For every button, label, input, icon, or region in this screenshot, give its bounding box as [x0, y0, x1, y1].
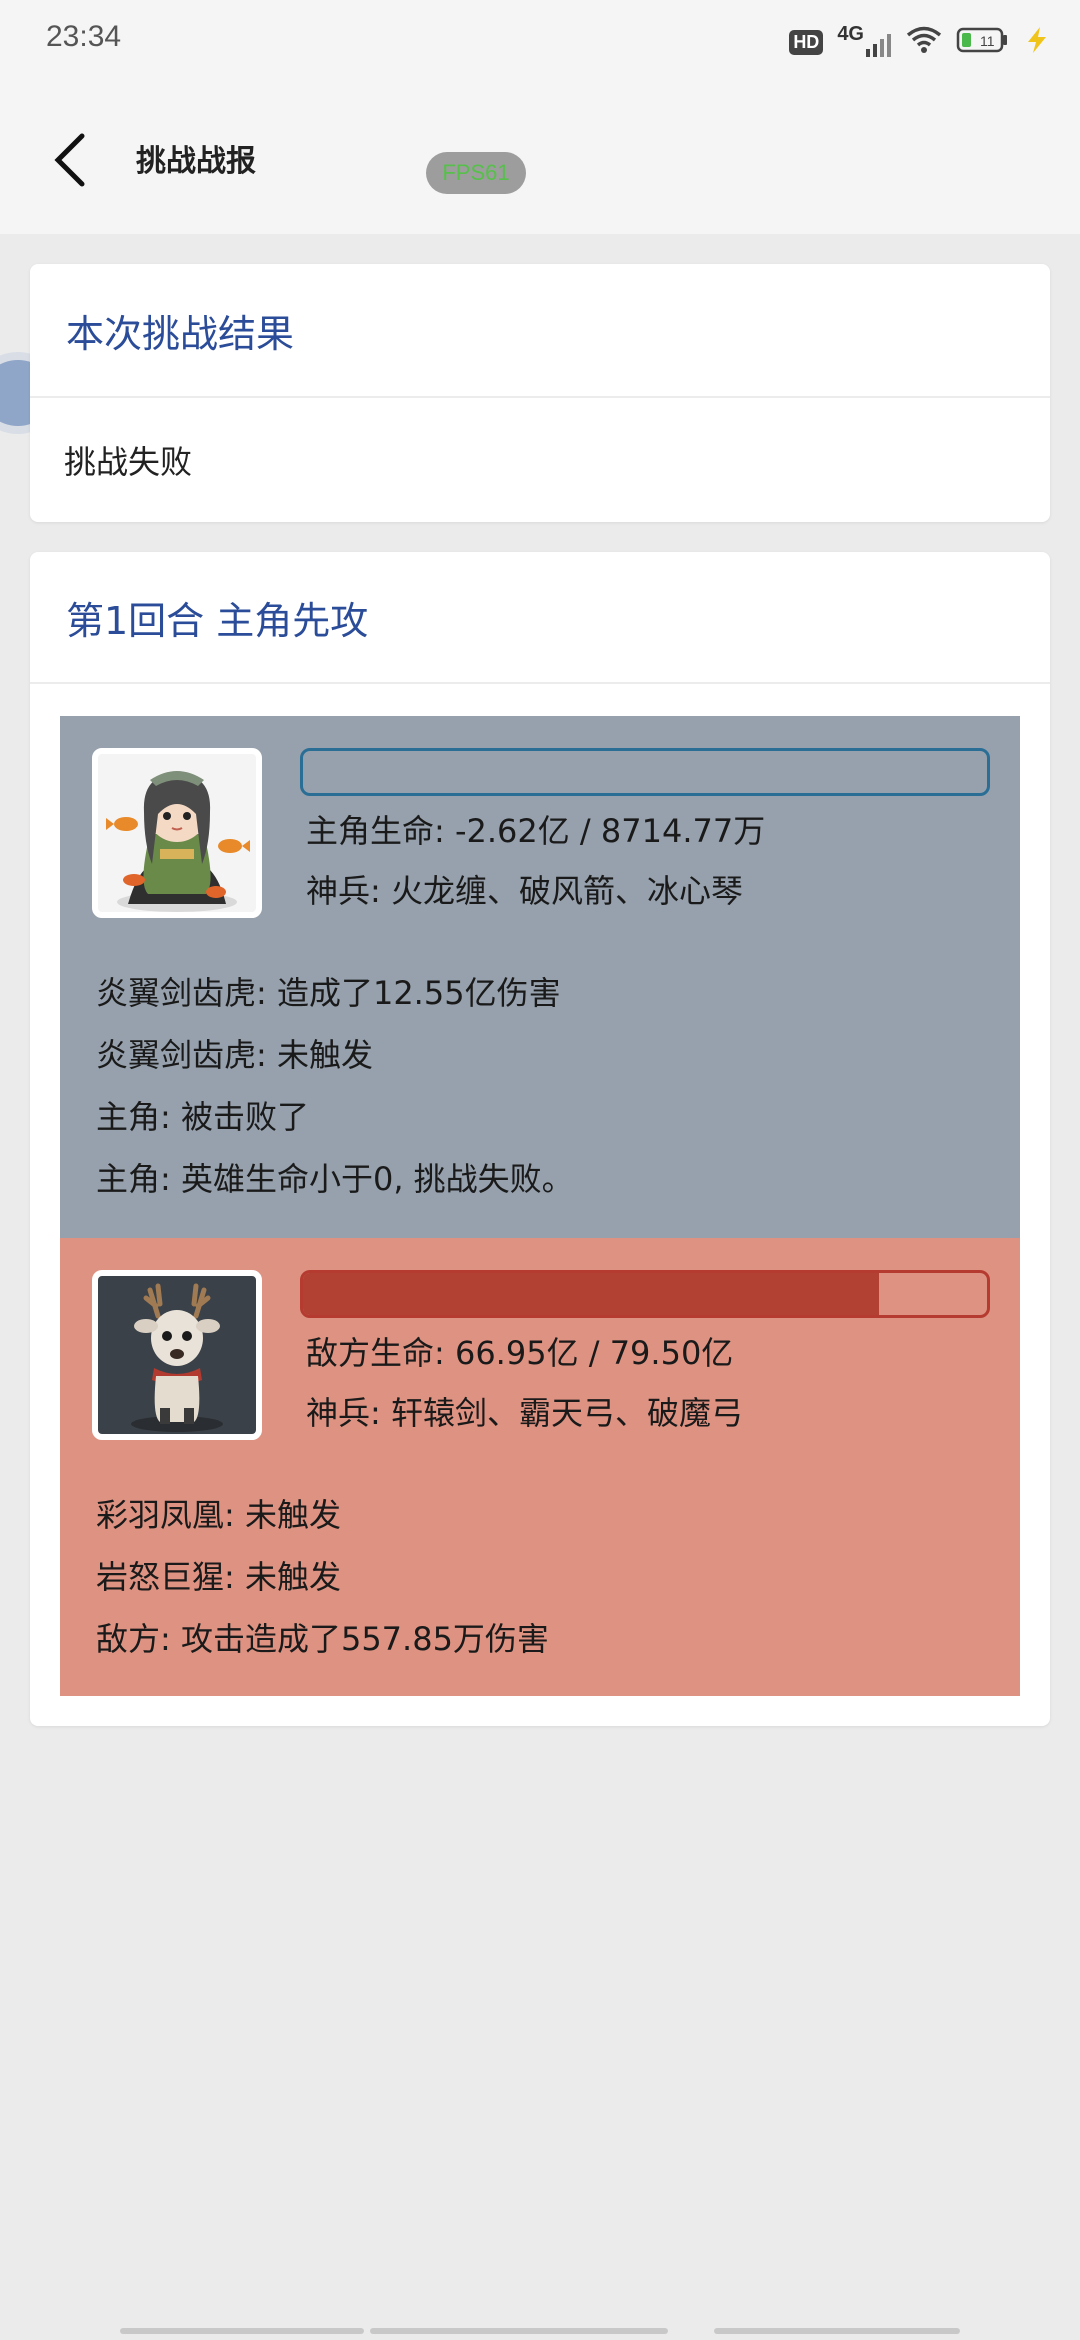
- battle-log-line: 主角: 英雄生命小于0, 挑战失败。: [96, 1160, 574, 1198]
- hero-panel: 主角生命: -2.62亿 / 8714.77万 神兵: 火龙缠、破风箭、冰心琴 …: [60, 716, 1020, 1238]
- status-bar: 23:34 HD 4G 11: [0, 0, 1080, 80]
- enemy-weapons: 神兵: 轩辕剑、霸天弓、破魔弓: [306, 1394, 743, 1432]
- nav-indicator: [370, 2328, 668, 2334]
- battle-log-line: 彩羽凤凰: 未触发: [96, 1496, 341, 1534]
- back-button[interactable]: [40, 125, 100, 195]
- enemy-avatar: [92, 1270, 262, 1440]
- enemy-hp-bar: [300, 1270, 990, 1318]
- hero-avatar: [92, 748, 262, 918]
- battle-log-line: 岩怒巨猩: 未触发: [96, 1558, 341, 1596]
- result-card: 本次挑战结果 挑战失败: [30, 264, 1050, 522]
- back-arrow-icon: [54, 133, 85, 187]
- hero-hp-bar: [300, 748, 990, 796]
- network-type: 4G: [837, 23, 864, 45]
- charging-icon: [1024, 25, 1050, 59]
- hero-weapons: 神兵: 火龙缠、破风箭、冰心琴: [306, 872, 743, 910]
- round-title: 第1回合 主角先攻: [30, 552, 1050, 684]
- fps-badge: FPS61: [426, 152, 526, 194]
- status-icons: HD 4G 11: [789, 22, 1050, 62]
- battery-icon: 11: [956, 25, 1010, 59]
- result-text: 挑战失败: [64, 443, 193, 481]
- signal-icon: 4G: [837, 23, 892, 57]
- battle-log-line: 炎翼剑齿虎: 未触发: [96, 1036, 373, 1074]
- hd-icon: HD: [789, 29, 824, 55]
- battle-log-line: 敌方: 攻击造成了557.85万伤害: [96, 1620, 549, 1658]
- round-card: 第1回合 主角先攻 主角生命: -2.62亿 / 8714.77万 神兵: 火龙…: [30, 552, 1050, 1726]
- battle-log-line: 炎翼剑齿虎: 造成了12.55亿伤害: [96, 974, 561, 1012]
- battle-log-line: 主角: 被击败了: [96, 1098, 309, 1136]
- result-card-title: 本次挑战结果: [30, 264, 1050, 398]
- page-title: 挑战战报: [136, 144, 256, 179]
- nav-indicator: [120, 2328, 364, 2334]
- status-time: 23:34: [46, 20, 122, 53]
- wifi-icon: [906, 25, 942, 59]
- svg-text:11: 11: [980, 33, 995, 49]
- enemy-hp-fill: [303, 1273, 879, 1315]
- app-bar: 挑战战报 FPS61: [0, 80, 1080, 234]
- hero-hp-text: 主角生命: -2.62亿 / 8714.77万: [306, 812, 766, 850]
- nav-indicator: [714, 2328, 960, 2334]
- enemy-hp-text: 敌方生命: 66.95亿 / 79.50亿: [306, 1334, 734, 1372]
- enemy-panel: 敌方生命: 66.95亿 / 79.50亿 神兵: 轩辕剑、霸天弓、破魔弓 彩羽…: [60, 1238, 1020, 1696]
